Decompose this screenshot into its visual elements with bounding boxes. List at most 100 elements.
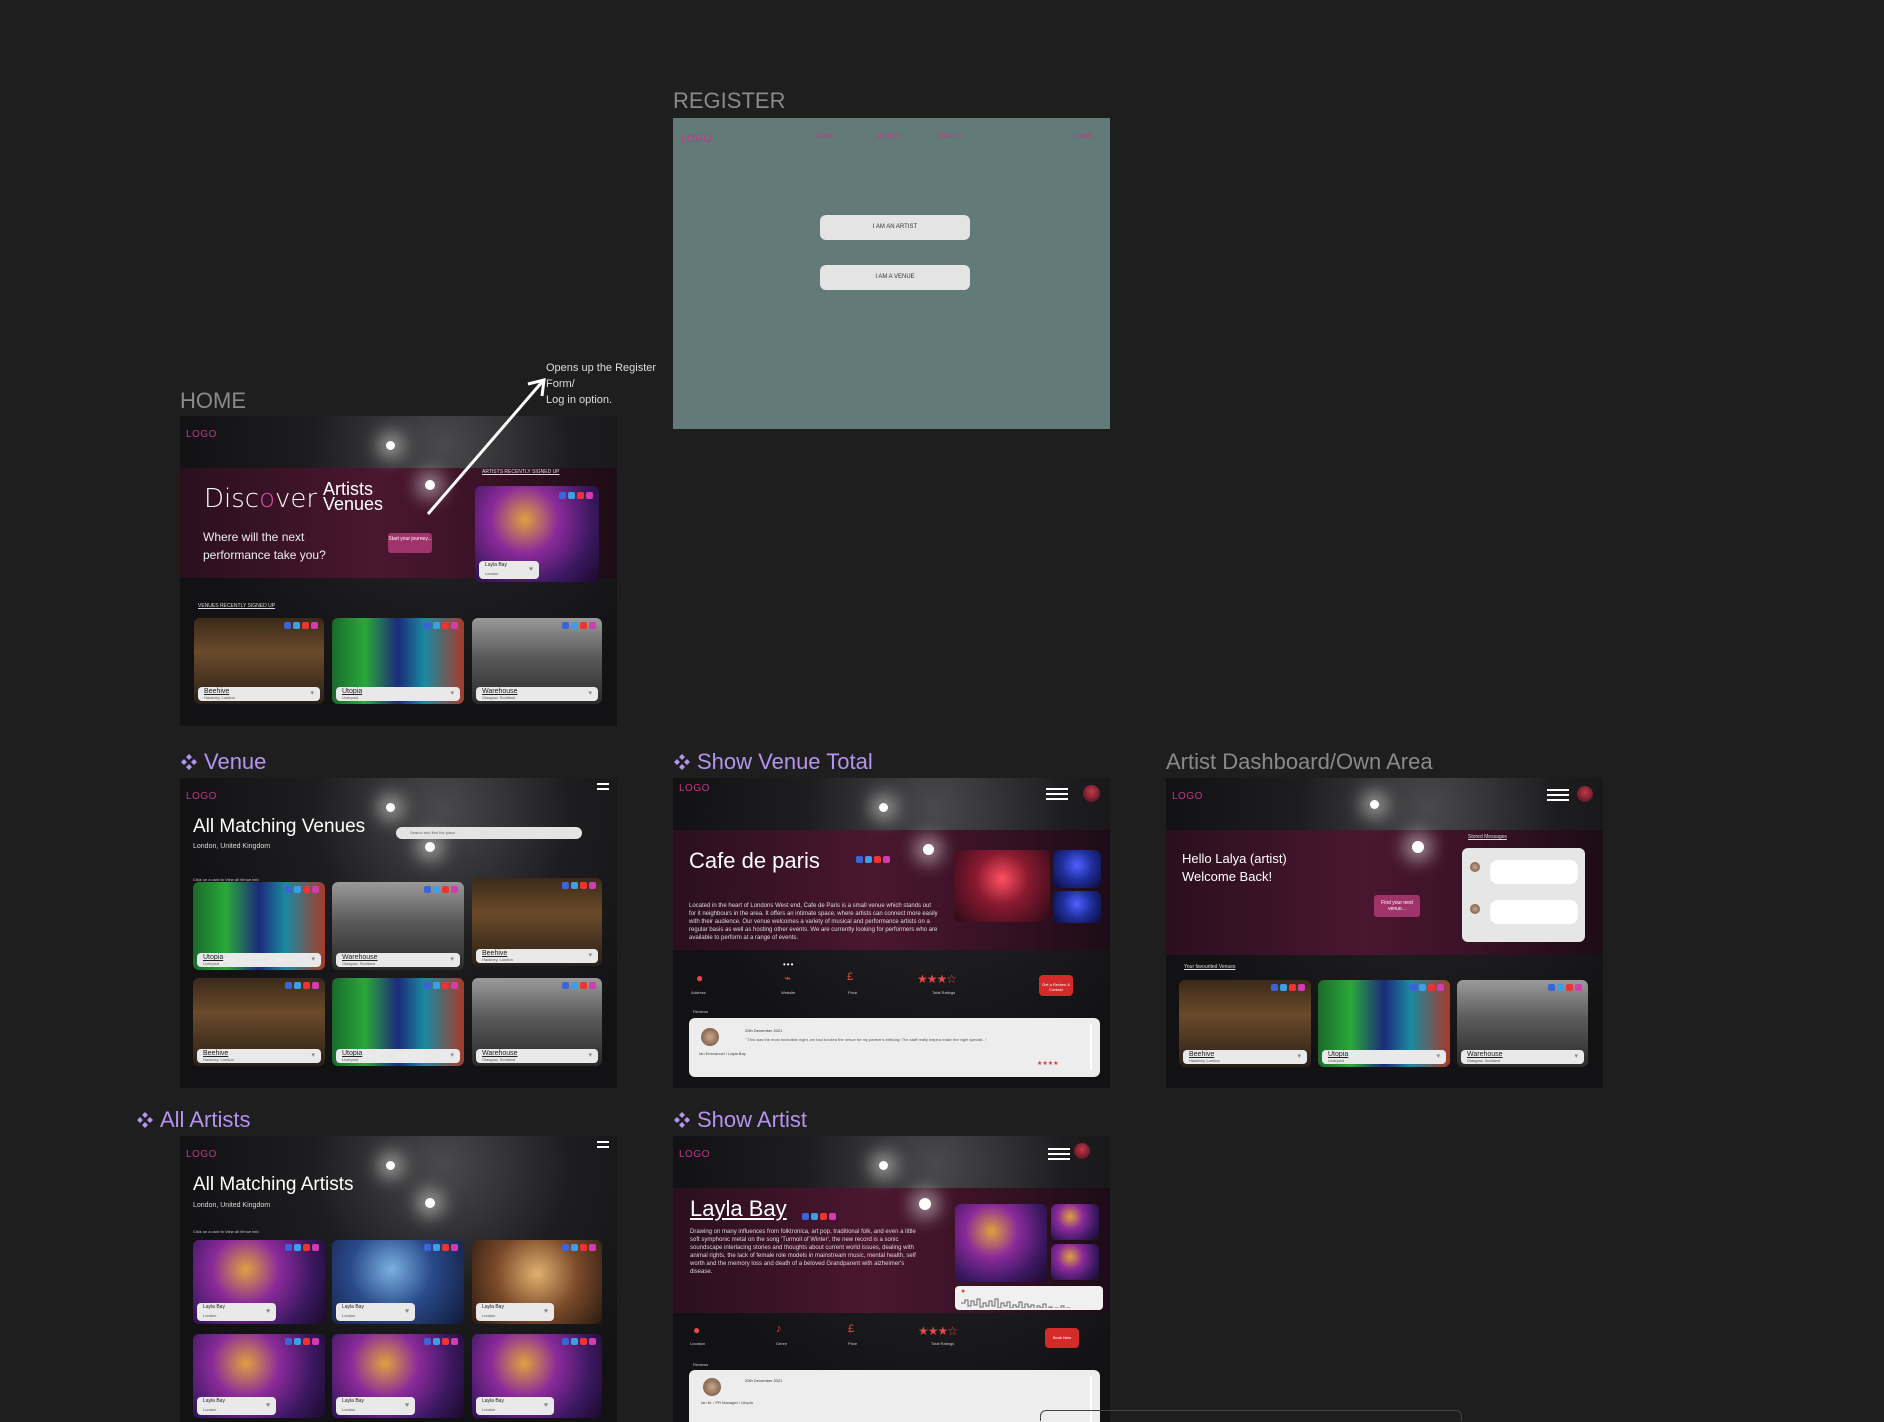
logo[interactable]: LOGO xyxy=(679,783,710,794)
menu-icon[interactable] xyxy=(597,1138,609,1151)
artist-card[interactable]: Layla Bay London ♥ xyxy=(472,1240,602,1324)
logo[interactable]: LOGO xyxy=(1172,791,1203,802)
venue-card[interactable]: Beehive Hackney, London ▾ xyxy=(472,878,602,966)
scrollbar[interactable] xyxy=(1090,1024,1092,1070)
venue-card[interactable]: Warehouse Glasgow, Scotland ▾ xyxy=(1457,980,1588,1067)
horizontal-scrollbar[interactable] xyxy=(1040,1410,1462,1421)
heart-icon[interactable]: ♥ xyxy=(405,1308,409,1315)
location-pin-icon: ● xyxy=(693,1323,701,1337)
chevron-down-icon[interactable]: ▾ xyxy=(1297,1053,1301,1060)
message-bubble[interactable] xyxy=(1490,860,1578,884)
heart-icon[interactable]: ▾ xyxy=(450,690,454,697)
chevron-down-icon[interactable]: ▾ xyxy=(588,1052,592,1059)
home-frame-label: HOME xyxy=(180,388,246,413)
price-icon: £ xyxy=(847,971,854,983)
chevron-down-icon[interactable]: ▾ xyxy=(450,1052,454,1059)
chevron-down-icon[interactable]: ▾ xyxy=(311,956,315,963)
venue-card[interactable]: Beehive Hackney, London ▾ xyxy=(1179,980,1311,1067)
review-date: 20th December 2021 xyxy=(745,1028,783,1033)
welcome-message: Hello Lalya (artist) Welcome Back! xyxy=(1182,851,1287,884)
annotation-note: Opens up the Register Form/Log in option. xyxy=(546,362,657,406)
social-icons[interactable] xyxy=(856,856,890,863)
spotlight xyxy=(1370,800,1379,809)
contact-button[interactable]: Get a Review & Contact xyxy=(1039,975,1073,996)
chevron-down-icon[interactable]: ▾ xyxy=(1436,1053,1440,1060)
artist-card[interactable]: Layla Bay London ♥ xyxy=(332,1334,464,1418)
heart-icon[interactable]: ▾ xyxy=(588,690,592,697)
artist-card[interactable]: Layla Bay London ♥ xyxy=(332,1240,464,1324)
find-venue-button[interactable]: Find your next venue... xyxy=(1374,895,1420,917)
chevron-down-icon[interactable]: ▾ xyxy=(1574,1053,1578,1060)
logo[interactable]: LOGO xyxy=(186,791,217,802)
menu-icon[interactable] xyxy=(597,780,609,793)
i-am-an-artist-label: I AM AN ARTIST xyxy=(872,224,918,230)
spotlight xyxy=(386,441,395,450)
nav-venues[interactable]: VENUES xyxy=(938,134,963,140)
page-title: All Matching Venues xyxy=(193,816,366,837)
heart-icon[interactable]: ▾ xyxy=(310,690,314,697)
logo[interactable]: LOGO xyxy=(186,429,217,440)
artist-card[interactable]: Layla Bay London ♥ xyxy=(193,1334,325,1418)
rating-stars: ★★★☆ xyxy=(918,1324,958,1338)
heart-icon[interactable]: ♥ xyxy=(266,1402,270,1409)
heart-icon[interactable]: ♥ xyxy=(266,1308,270,1315)
chevron-down-icon[interactable]: ▾ xyxy=(311,1052,315,1059)
chevron-down-icon[interactable]: ▾ xyxy=(588,952,592,959)
social-icons[interactable] xyxy=(802,1213,836,1220)
heart-icon[interactable]: ♥ xyxy=(544,1308,548,1315)
venue-card[interactable]: Warehouse Glasgow, Scotland ▾ xyxy=(332,882,464,970)
menu-icon[interactable] xyxy=(1547,786,1569,804)
venue-card[interactable]: Warehouse Glasgow, Scotland ▾ xyxy=(472,978,602,1066)
i-am-a-venue-button[interactable]: I AM A VENUE xyxy=(820,265,970,290)
logo[interactable]: LOGO xyxy=(186,1149,217,1160)
venue-title: Cafe de paris xyxy=(689,848,820,873)
menu-icon[interactable] xyxy=(1048,1145,1070,1163)
logo[interactable]: LOGO xyxy=(679,1149,710,1160)
carousel-dots[interactable]: ••• xyxy=(783,960,794,969)
location-pin-icon: ● xyxy=(696,971,704,985)
spotlight xyxy=(879,803,888,812)
price-label: Price xyxy=(848,1341,858,1346)
artist-photo[interactable] xyxy=(955,1204,1047,1282)
nav-home[interactable]: HOME xyxy=(816,134,834,140)
price-label: Price xyxy=(848,990,858,995)
page-subtitle: London, United Kingdom xyxy=(193,843,271,850)
venue-card[interactable]: Beehive Hackney, London ▾ xyxy=(193,978,325,1066)
avatar[interactable] xyxy=(1083,785,1100,802)
discover-heading: Discover xyxy=(204,484,318,514)
i-am-an-artist-button[interactable]: I AM AN ARTIST xyxy=(820,215,970,240)
genre-label: Genre xyxy=(776,1341,788,1346)
menu-icon[interactable] xyxy=(1046,785,1068,803)
venue-card[interactable]: Utopia Liverpool ▾ xyxy=(1318,980,1450,1067)
heart-icon[interactable]: ♥ xyxy=(529,566,533,573)
artist-photo[interactable] xyxy=(1051,1204,1099,1240)
logo[interactable]: LOGO xyxy=(681,134,712,145)
start-journey-button[interactable]: Start your journey... xyxy=(388,533,432,553)
heart-icon[interactable]: ♥ xyxy=(405,1402,409,1409)
avatar[interactable] xyxy=(1074,1143,1090,1159)
spotlight xyxy=(919,1198,931,1210)
venue-photo[interactable] xyxy=(1053,891,1101,923)
message-avatar xyxy=(1470,862,1480,872)
message-bubble[interactable] xyxy=(1490,900,1578,924)
heart-icon[interactable]: ♥ xyxy=(544,1402,548,1409)
venue-photo[interactable] xyxy=(1053,850,1101,888)
artist-photo[interactable] xyxy=(1051,1244,1099,1280)
artist-card[interactable]: Layla Bay London ♥ xyxy=(193,1240,325,1324)
venue-card[interactable]: Warehouse Glasgow, Scotland ▾ xyxy=(472,618,602,704)
search-input[interactable]: Search and find the place xyxy=(396,827,582,839)
artist-card[interactable]: Layla Bay London ♥ xyxy=(472,1334,602,1418)
venue-card[interactable]: Utopia Liverpool ▾ xyxy=(193,882,325,970)
book-now-button[interactable]: Book Now xyxy=(1045,1328,1079,1348)
audio-player[interactable]: ● xyxy=(955,1286,1103,1310)
chevron-down-icon[interactable]: ▾ xyxy=(450,956,454,963)
avatar[interactable] xyxy=(1577,786,1593,802)
venue-card[interactable]: Beehive Hackney, London ▾ xyxy=(194,618,324,704)
venue-card[interactable]: Utopia Liverpool ▾ xyxy=(332,978,464,1066)
venue-card[interactable]: Utopia Liverpool ▾ xyxy=(332,618,464,704)
venue-photo[interactable] xyxy=(954,850,1050,922)
play-icon[interactable]: ● xyxy=(961,1288,965,1295)
spotlight xyxy=(386,803,395,812)
nav-artists[interactable]: ARTISTS xyxy=(876,134,901,140)
nav-login[interactable]: LOGIN xyxy=(1073,134,1092,140)
